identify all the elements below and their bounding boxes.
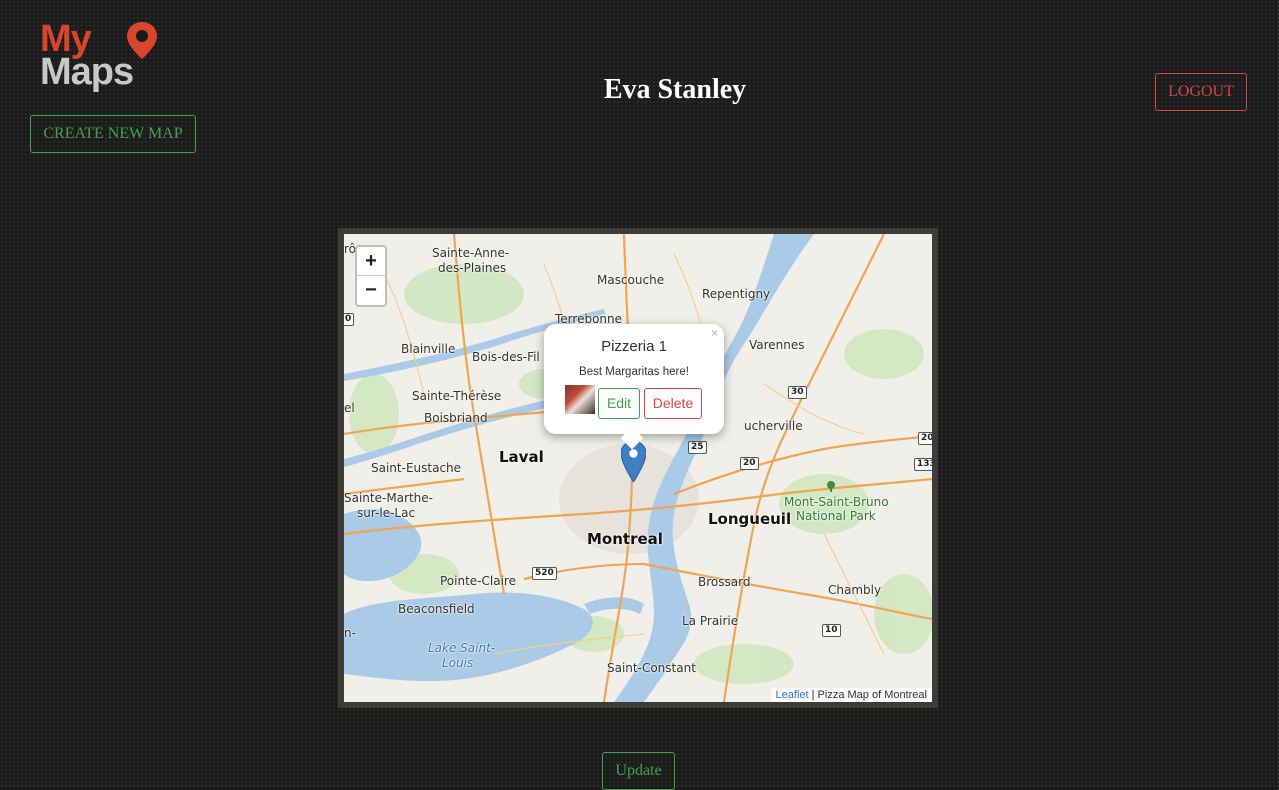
- map-label-sainte-marthe-2: sur-le-Lac: [357, 506, 416, 520]
- user-name: Eva Stanley: [603, 74, 747, 105]
- map-label-bois-des-filion: Bois-des-Fil: [472, 350, 540, 364]
- map-label-lake-saint-louis: Lake Saint-: [428, 641, 496, 655]
- route-shield-10: 10: [822, 624, 841, 637]
- map-view[interactable]: Sainte-Anne- des-Plaines Mascouche Repen…: [344, 234, 932, 702]
- logout-button[interactable]: LOGOUT: [1155, 73, 1247, 111]
- map-label-boucherville: ucherville: [744, 419, 803, 433]
- map-label-saint-eustache: Saint-Eustache: [371, 461, 462, 475]
- update-button[interactable]: Update: [602, 752, 675, 790]
- map-label-boisbriand: Boisbriand: [424, 411, 488, 425]
- map-label-mont-saint-bruno: Mont-Saint-Bruno: [784, 495, 889, 509]
- attribution-text: | Pizza Map of Montreal: [811, 689, 927, 701]
- map-label-laval: Laval: [499, 448, 544, 466]
- map-label-varennes: Varennes: [749, 338, 805, 352]
- map-label-montreal: Montreal: [587, 530, 663, 548]
- route-shield-133: 133: [914, 458, 932, 471]
- map-label-edge-el: el: [344, 401, 355, 415]
- map-label-mascouche: Mascouche: [597, 273, 665, 287]
- map-label-brossard: Brossard: [698, 575, 751, 589]
- delete-button[interactable]: Delete: [644, 388, 702, 419]
- zoom-out-button[interactable]: −: [357, 276, 385, 305]
- map-label-lake-saint-louis-2: Louis: [442, 656, 474, 670]
- map-label-longueuil: Longueuil: [708, 510, 792, 528]
- route-shield-30: 30: [788, 386, 807, 399]
- edit-button[interactable]: Edit: [598, 388, 640, 419]
- marker-popup: × Pizzeria 1 Best Margaritas here! Edit …: [544, 324, 724, 450]
- map-label-edge-n: n-: [344, 626, 356, 640]
- zoom-in-button[interactable]: +: [357, 247, 385, 276]
- map-label-sainte-anne-des-plaines: Sainte-Anne-: [432, 246, 510, 260]
- popup-title: Pizzeria 1: [601, 338, 667, 355]
- route-shield-20a: 20: [740, 457, 759, 470]
- map-label-sainte-marthe: Sainte-Marthe-: [344, 491, 433, 505]
- map-label-mont-saint-bruno-2: National Park: [796, 509, 876, 523]
- route-shield-25: 25: [688, 441, 707, 454]
- route-shield-20b: 20: [918, 432, 932, 445]
- map-label-beaconsfield: Beaconsfield: [398, 602, 475, 616]
- map-label-repentigny: Repentigny: [702, 287, 771, 301]
- map-frame: Sainte-Anne- des-Plaines Mascouche Repen…: [338, 228, 938, 708]
- route-shield-0: 0: [344, 313, 355, 326]
- zoom-control: + −: [355, 245, 387, 307]
- map-label-blainville: Blainville: [401, 342, 456, 356]
- map-label-sainte-therese: Sainte-Thérèse: [412, 389, 502, 403]
- create-new-map-button[interactable]: CREATE NEW MAP: [30, 115, 196, 153]
- map-label-sainte-anne-des-plaines-2: des-Plaines: [438, 261, 507, 275]
- map-attribution: Leaflet | Pizza Map of Montreal: [770, 688, 932, 702]
- map-label-chambly: Chambly: [828, 583, 882, 597]
- map-label-saint-constant: Saint-Constant: [607, 661, 696, 675]
- leaflet-link[interactable]: Leaflet: [776, 689, 809, 701]
- map-label-pointe-claire: Pointe-Claire: [440, 574, 516, 588]
- map-label-la-prairie: La Prairie: [682, 614, 739, 628]
- popup-thumbnail-image[interactable]: [565, 385, 595, 414]
- route-shield-520: 520: [532, 567, 557, 580]
- popup-description: Best Margaritas here!: [579, 366, 689, 378]
